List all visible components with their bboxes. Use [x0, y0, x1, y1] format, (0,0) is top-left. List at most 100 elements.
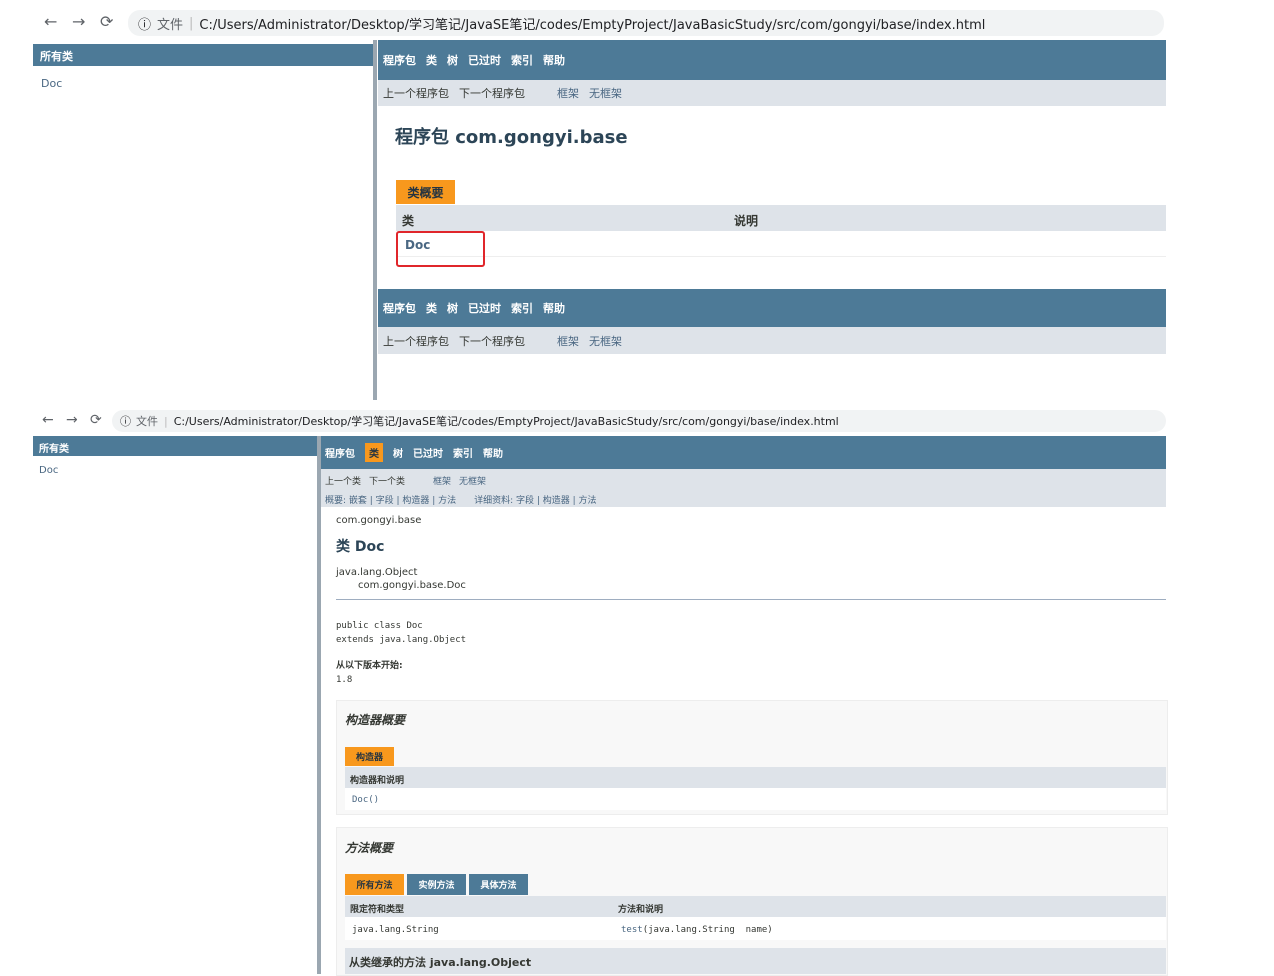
nav-tree[interactable]: 树	[447, 52, 458, 68]
nav-help[interactable]: 帮助	[483, 445, 503, 460]
nav-package[interactable]: 程序包	[383, 300, 416, 316]
method-col-type: 限定符和类型	[350, 905, 405, 915]
next-package: 下一个程序包	[459, 334, 525, 348]
noframes-link[interactable]: 无框架	[459, 474, 486, 487]
file-label: 文件	[157, 17, 184, 33]
nav-tree[interactable]: 树	[393, 445, 403, 460]
hierarchy-divider	[336, 599, 1166, 600]
bottom-nav-bar: 程序包 类 树 已过时 索引 帮助	[378, 289, 1166, 327]
constructor-table-header: 构造器和说明	[345, 767, 1166, 788]
noframes-link[interactable]: 无框架	[589, 333, 622, 349]
class-table-row	[396, 231, 1166, 257]
frame-divider[interactable]	[373, 40, 377, 400]
forward-icon[interactable]: →	[72, 12, 85, 31]
inherited-methods-title: 从类继承的方法 java.lang.Object	[349, 956, 532, 969]
package-name: com.gongyi.base	[336, 515, 422, 526]
frames-link[interactable]: 框架	[557, 85, 579, 101]
class-title: 类 Doc	[336, 539, 385, 555]
prev-package: 上一个程序包	[383, 334, 449, 348]
nav-tree[interactable]: 树	[447, 300, 458, 316]
package-title: 程序包 com.gongyi.base	[395, 127, 628, 148]
separator: |	[189, 15, 194, 31]
back-icon[interactable]: ←	[44, 12, 57, 31]
nav-deprecated[interactable]: 已过时	[468, 52, 501, 68]
frames-link[interactable]: 框架	[557, 333, 579, 349]
hierarchy-root: java.lang.Object	[336, 567, 418, 578]
top-nav-bar: 程序包 类 树 已过时 索引 帮助	[378, 40, 1166, 80]
constructor-doc-link[interactable]: Doc()	[352, 795, 379, 805]
class-summary-tab-label: 类概要	[407, 185, 444, 200]
class-link-doc[interactable]: Doc	[41, 77, 62, 90]
nav-class[interactable]: 类	[426, 52, 437, 68]
nav-help[interactable]: 帮助	[543, 52, 565, 68]
nav-index[interactable]: 索引	[511, 300, 533, 316]
file-label: 文件	[136, 415, 158, 428]
tab-all-methods[interactable]: 所有方法	[345, 874, 404, 895]
prev-package: 上一个程序包	[383, 87, 449, 100]
constructor-row: Doc()	[345, 788, 1166, 810]
all-classes-title: 所有类	[39, 444, 69, 455]
nav-deprecated[interactable]: 已过时	[468, 300, 501, 316]
nav-index[interactable]: 索引	[453, 445, 473, 460]
highlight-box	[396, 231, 485, 267]
back-icon[interactable]: ←	[42, 412, 54, 428]
noframes-link[interactable]: 无框架	[589, 85, 622, 101]
tab-instance-methods-label: 实例方法	[418, 881, 455, 891]
summary-links[interactable]: 概要: 嵌套 | 字段 | 构造器 | 方法	[325, 493, 456, 506]
nav-package[interactable]: 程序包	[383, 52, 416, 68]
tab-all-methods-label: 所有方法	[356, 881, 393, 891]
col-class: 类	[402, 214, 415, 228]
info-icon: ⓘ	[120, 415, 131, 428]
constructor-tab: 构造器	[345, 747, 394, 766]
nav-package[interactable]: 程序包	[325, 445, 355, 460]
since-value: 1.8	[336, 675, 353, 685]
address-bar[interactable]: ⓘ 文件 | C:/Users/Administrator/Desktop/学习…	[128, 10, 1164, 36]
class-summary-tab: 类概要	[396, 180, 455, 204]
tab-concrete-methods[interactable]: 具体方法	[469, 874, 528, 895]
info-icon: ⓘ	[138, 17, 152, 33]
top-browser-window: ← → ⟳ ⓘ 文件 | C:/Users/Administrator/Desk…	[0, 0, 1274, 400]
detail-links[interactable]: 详细资料: 字段 | 构造器 | 方法	[474, 493, 596, 506]
address-bar[interactable]: ⓘ 文件 | C:/Users/Administrator/Desktop/学习…	[112, 410, 1166, 432]
frames-link[interactable]: 框架	[433, 474, 451, 487]
all-classes-header: 所有类	[33, 44, 373, 66]
frame-divider[interactable]	[317, 436, 321, 974]
nav-deprecated[interactable]: 已过时	[413, 445, 443, 460]
next-package: 下一个程序包	[459, 87, 525, 100]
constructor-tab-label: 构造器	[355, 753, 383, 763]
method-params: (java.lang.String name)	[642, 925, 773, 935]
nav-class-active[interactable]: 类	[365, 443, 383, 462]
tab-concrete-methods-label: 具体方法	[480, 881, 517, 891]
bottom-sub-nav-bar: 上一个程序包 下一个程序包 框架 无框架	[378, 327, 1166, 354]
reload-icon[interactable]: ⟳	[100, 12, 113, 31]
method-return-type: java.lang.String	[352, 925, 439, 935]
sub-nav-bar: 上一个程序包 下一个程序包 框架 无框架	[378, 80, 1166, 106]
nav-class[interactable]: 类	[426, 300, 437, 316]
inherited-methods-header: 从类继承的方法 java.lang.Object	[345, 948, 1166, 974]
method-row: java.lang.String test(java.lang.String n…	[345, 917, 1166, 940]
url-text: C:/Users/Administrator/Desktop/学习笔记/Java…	[173, 415, 839, 428]
sub-nav-area: 上一个类 下一个类 框架 无框架 概要: 嵌套 | 字段 | 构造器 | 方法 …	[321, 469, 1166, 507]
next-class: 下一个类	[369, 477, 406, 487]
all-classes-header: 所有类	[33, 436, 317, 456]
since-label: 从以下版本开始:	[336, 661, 403, 671]
col-description: 说明	[734, 214, 759, 228]
forward-icon[interactable]: →	[66, 412, 78, 428]
hierarchy-child: com.gongyi.base.Doc	[358, 580, 466, 591]
class-link-doc[interactable]: Doc	[39, 465, 58, 476]
method-test-link[interactable]: test	[621, 925, 643, 935]
signature-line1: public class Doc	[336, 621, 423, 631]
url-text: C:/Users/Administrator/Desktop/学习笔记/Java…	[199, 17, 986, 33]
bottom-browser-window: ← → ⟳ ⓘ 文件 | C:/Users/Administrator/Desk…	[0, 405, 1274, 976]
tab-instance-methods[interactable]: 实例方法	[407, 874, 466, 895]
nav-help[interactable]: 帮助	[543, 300, 565, 316]
method-signature: test(java.lang.String name)	[621, 925, 773, 935]
method-summary-title: 方法概要	[345, 841, 394, 855]
top-nav-bar: 程序包 类 树 已过时 索引 帮助	[321, 436, 1166, 469]
nav-index[interactable]: 索引	[511, 52, 533, 68]
prev-class: 上一个类	[325, 477, 362, 487]
constructor-col: 构造器和说明	[350, 776, 405, 786]
constructor-summary-title: 构造器概要	[345, 713, 406, 727]
reload-icon[interactable]: ⟳	[90, 412, 102, 428]
all-classes-title: 所有类	[40, 50, 73, 63]
